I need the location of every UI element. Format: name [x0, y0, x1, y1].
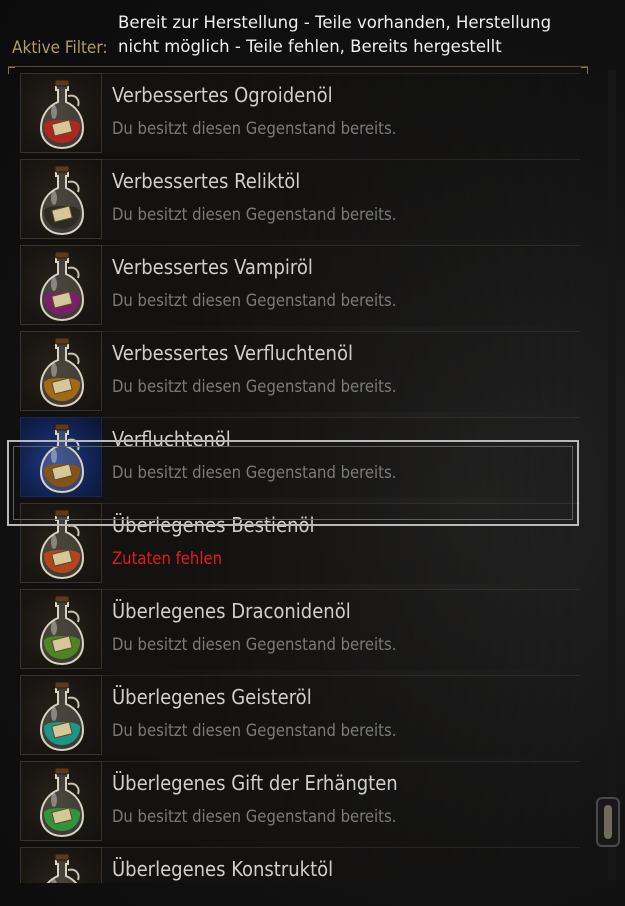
- oil-flask-icon: [20, 589, 102, 669]
- recipe-item-verbessertes-ogroidenoel[interactable]: Verbessertes Ogroidenöl Du besitzt diese…: [20, 73, 580, 154]
- recipe-name: Verbessertes Vampiröl: [112, 255, 313, 279]
- recipe-item-ueberlegenes-bestienoel[interactable]: Überlegenes Bestienöl Zutaten fehlen: [20, 503, 580, 584]
- recipe-status: Du besitzt diesen Gegenstand bereits.: [112, 463, 397, 482]
- recipe-name: Überlegenes Bestienöl: [112, 513, 315, 537]
- oil-flask-icon-graphic: [39, 767, 85, 838]
- recipe-item-ueberlegenes-draconidenoel[interactable]: Überlegenes Draconidenöl Du besitzt dies…: [20, 589, 580, 670]
- oil-flask-icon: [20, 159, 102, 239]
- recipe-status: Du besitzt diesen Gegenstand bereits.: [112, 205, 397, 224]
- oil-flask-icon-graphic: [39, 509, 85, 580]
- oil-flask-icon-graphic: [39, 337, 85, 408]
- oil-flask-icon: [20, 245, 102, 325]
- recipe-name: Überlegenes Konstruktöl: [112, 857, 334, 881]
- oil-flask-icon: [20, 675, 102, 755]
- recipe-status: Du besitzt diesen Gegenstand bereits.: [112, 807, 397, 826]
- oil-flask-icon-graphic: [39, 681, 85, 752]
- scrollbar-track[interactable]: [608, 70, 616, 880]
- recipe-item-verbessertes-reliktoel[interactable]: Verbessertes Reliktöl Du besitzt diesen …: [20, 159, 580, 240]
- recipe-item-ueberlegenes-konstruktoel[interactable]: Überlegenes Konstruktöl: [20, 847, 580, 883]
- recipe-name: Überlegenes Gift der Erhängten: [112, 771, 398, 795]
- recipe-name: Verbessertes Verfluchtenöl: [112, 341, 353, 365]
- oil-flask-icon: [20, 73, 102, 153]
- recipe-status: Du besitzt diesen Gegenstand bereits.: [112, 377, 397, 396]
- recipe-status: Du besitzt diesen Gegenstand bereits.: [112, 119, 397, 138]
- oil-flask-icon-graphic: [39, 251, 85, 322]
- active-filters-bar: Aktive Filter: Bereit zur Herstellung - …: [0, 0, 625, 64]
- recipe-name: Verfluchtenöl: [112, 427, 231, 451]
- scrollbar-thumb[interactable]: [596, 797, 620, 847]
- oil-flask-icon-graphic: [39, 423, 85, 494]
- recipe-name: Überlegenes Geisteröl: [112, 685, 312, 709]
- recipe-list-panel: Verbessertes Ogroidenöl Du besitzt diese…: [8, 66, 588, 883]
- recipe-item-verbessertes-vampiroel[interactable]: Verbessertes Vampiröl Du besitzt diesen …: [20, 245, 580, 326]
- active-filters-label: Aktive Filter:: [12, 38, 108, 58]
- recipe-name: Überlegenes Draconidenöl: [112, 599, 351, 623]
- oil-flask-icon: [20, 761, 102, 841]
- active-filters-text: Bereit zur Herstellung - Teile vorhanden…: [118, 13, 552, 56]
- recipe-item-verfluchtenoel[interactable]: Verfluchtenöl Du besitzt diesen Gegensta…: [20, 417, 580, 498]
- oil-flask-icon-graphic: [39, 165, 85, 236]
- recipe-name: Verbessertes Ogroidenöl: [112, 83, 333, 107]
- recipe-status: Du besitzt diesen Gegenstand bereits.: [112, 721, 397, 740]
- recipe-status: Du besitzt diesen Gegenstand bereits.: [112, 635, 397, 654]
- oil-flask-icon-graphic: [39, 595, 85, 666]
- oil-flask-icon-graphic: [39, 79, 85, 150]
- oil-flask-icon-graphic: [46, 853, 80, 883]
- oil-flask-icon: [20, 417, 102, 497]
- recipe-status-missing-ingredients: Zutaten fehlen: [112, 549, 223, 568]
- oil-flask-icon: [20, 331, 102, 411]
- recipe-item-ueberlegenes-gift-der-erhaengten[interactable]: Überlegenes Gift der Erhängten Du besitz…: [20, 761, 580, 842]
- recipe-name: Verbessertes Reliktöl: [112, 169, 301, 193]
- oil-flask-icon: [20, 847, 102, 883]
- recipe-status: Du besitzt diesen Gegenstand bereits.: [112, 291, 397, 310]
- recipe-item-ueberlegenes-geisteroel[interactable]: Überlegenes Geisteröl Du besitzt diesen …: [20, 675, 580, 756]
- recipe-item-verbessertes-verfluchtenoel[interactable]: Verbessertes Verfluchtenöl Du besitzt di…: [20, 331, 580, 412]
- oil-flask-icon: [20, 503, 102, 583]
